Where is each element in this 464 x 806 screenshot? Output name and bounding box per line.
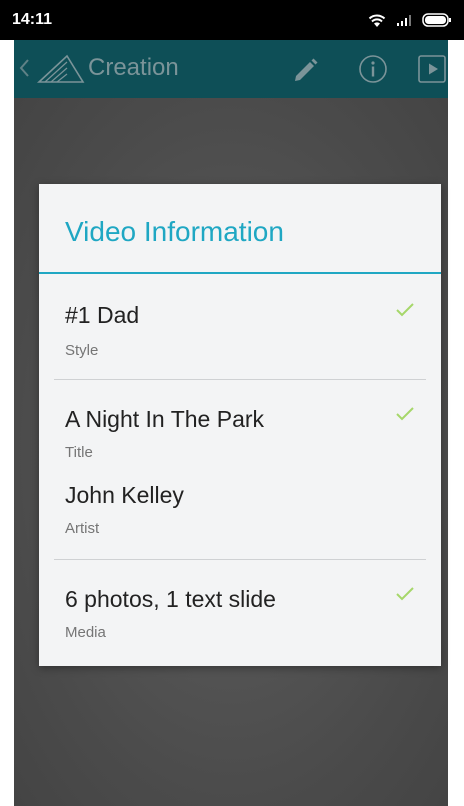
section-divider xyxy=(54,379,426,380)
dialog-title: Video Information xyxy=(65,216,284,247)
app-bar: Creation xyxy=(14,40,448,98)
item-value: 6 photos, 1 text slide xyxy=(65,586,276,612)
status-bar: 14:11 xyxy=(0,0,464,40)
item-value: #1 Dad xyxy=(65,302,140,328)
check-icon xyxy=(395,406,415,427)
video-information-dialog: Video Information #1 Dad Style A Night I… xyxy=(39,184,441,666)
item-value: A Night In The Park xyxy=(65,406,265,432)
title-divider xyxy=(39,272,441,274)
item-label: Title xyxy=(65,444,93,461)
item-value: John Kelley xyxy=(65,482,184,508)
check-icon xyxy=(395,586,415,607)
app-bar-title: Creation xyxy=(88,54,179,81)
item-label: Style xyxy=(65,342,99,359)
item-label: Artist xyxy=(65,520,100,537)
back-chevron-icon[interactable] xyxy=(18,56,30,85)
signal-icon xyxy=(396,13,414,27)
section-divider xyxy=(54,559,426,560)
check-icon xyxy=(395,302,415,323)
info-icon[interactable] xyxy=(358,54,388,89)
status-time: 14:11 xyxy=(12,11,53,28)
status-icons xyxy=(366,11,452,29)
screen: 14:11 Creation Video Information #1 Dad … xyxy=(0,0,464,806)
item-label: Media xyxy=(65,624,106,641)
play-icon[interactable] xyxy=(417,54,447,89)
app-logo-icon xyxy=(36,50,86,91)
wifi-icon xyxy=(366,11,388,29)
battery-icon xyxy=(422,12,452,28)
pencil-icon[interactable] xyxy=(290,54,320,89)
